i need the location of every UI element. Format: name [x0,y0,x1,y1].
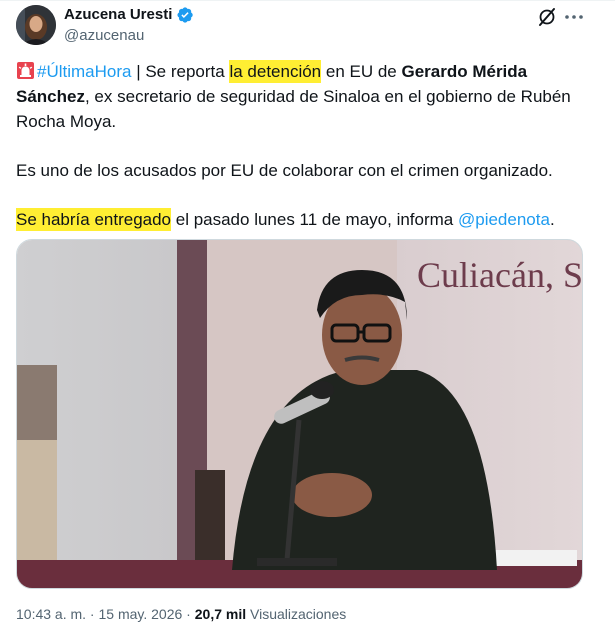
text-segment: . [549,210,555,229]
grok-icon[interactable] [536,6,558,28]
views-label: Visualizaciones [246,606,347,622]
views-count: 20,7 mil [194,606,247,622]
more-icon[interactable] [563,6,585,28]
verified-badge-icon [176,6,194,24]
mention-link[interactable]: @piedenota [458,210,550,229]
meta-separator: · [182,606,195,622]
tweet-paragraph-2: Es uno de los acusados por EU de colabor… [16,161,553,180]
tweet-paragraph-3: Se habría entregado el pasado lunes 11 d… [16,207,586,232]
text-segment: | Se reporta [131,62,230,81]
author-display-name[interactable]: Azucena Uresti [64,6,172,24]
highlighted-text: Se habría entregado [16,208,172,231]
meta-separator: · [86,606,99,622]
author-name-row: Azucena Uresti [64,6,194,24]
tweet-date[interactable]: 15 may. 2026 [99,606,183,622]
highlighted-text: la detención [229,60,322,83]
text-segment: en EU de [321,62,402,81]
tweet-text: #ÚltimaHora | Se reporta la detención en… [16,59,586,232]
tweet-paragraph-1: #ÚltimaHora | Se reporta la detención en… [16,59,586,134]
avatar[interactable] [16,5,56,45]
tweet-time[interactable]: 10:43 a. m. [16,606,86,622]
siren-emoji-icon [16,61,35,80]
author-handle[interactable]: @azucenau [64,27,144,45]
tweet-image[interactable]: Culiacán, S [16,239,583,589]
hashtag-link[interactable]: #ÚltimaHora [37,62,131,81]
text-segment: , ex secretario de seguridad de Sinaloa … [16,87,571,131]
tweet-card: Azucena Uresti @azucenau #ÚltimaHora | S… [0,0,615,628]
tweet-metadata: 10:43 a. m. · 15 may. 2026 · 20,7 mil Vi… [16,605,346,623]
wall-sign-text: Culiacán, S [417,255,583,295]
text-segment: el pasado lunes 11 de mayo, informa [171,210,458,229]
